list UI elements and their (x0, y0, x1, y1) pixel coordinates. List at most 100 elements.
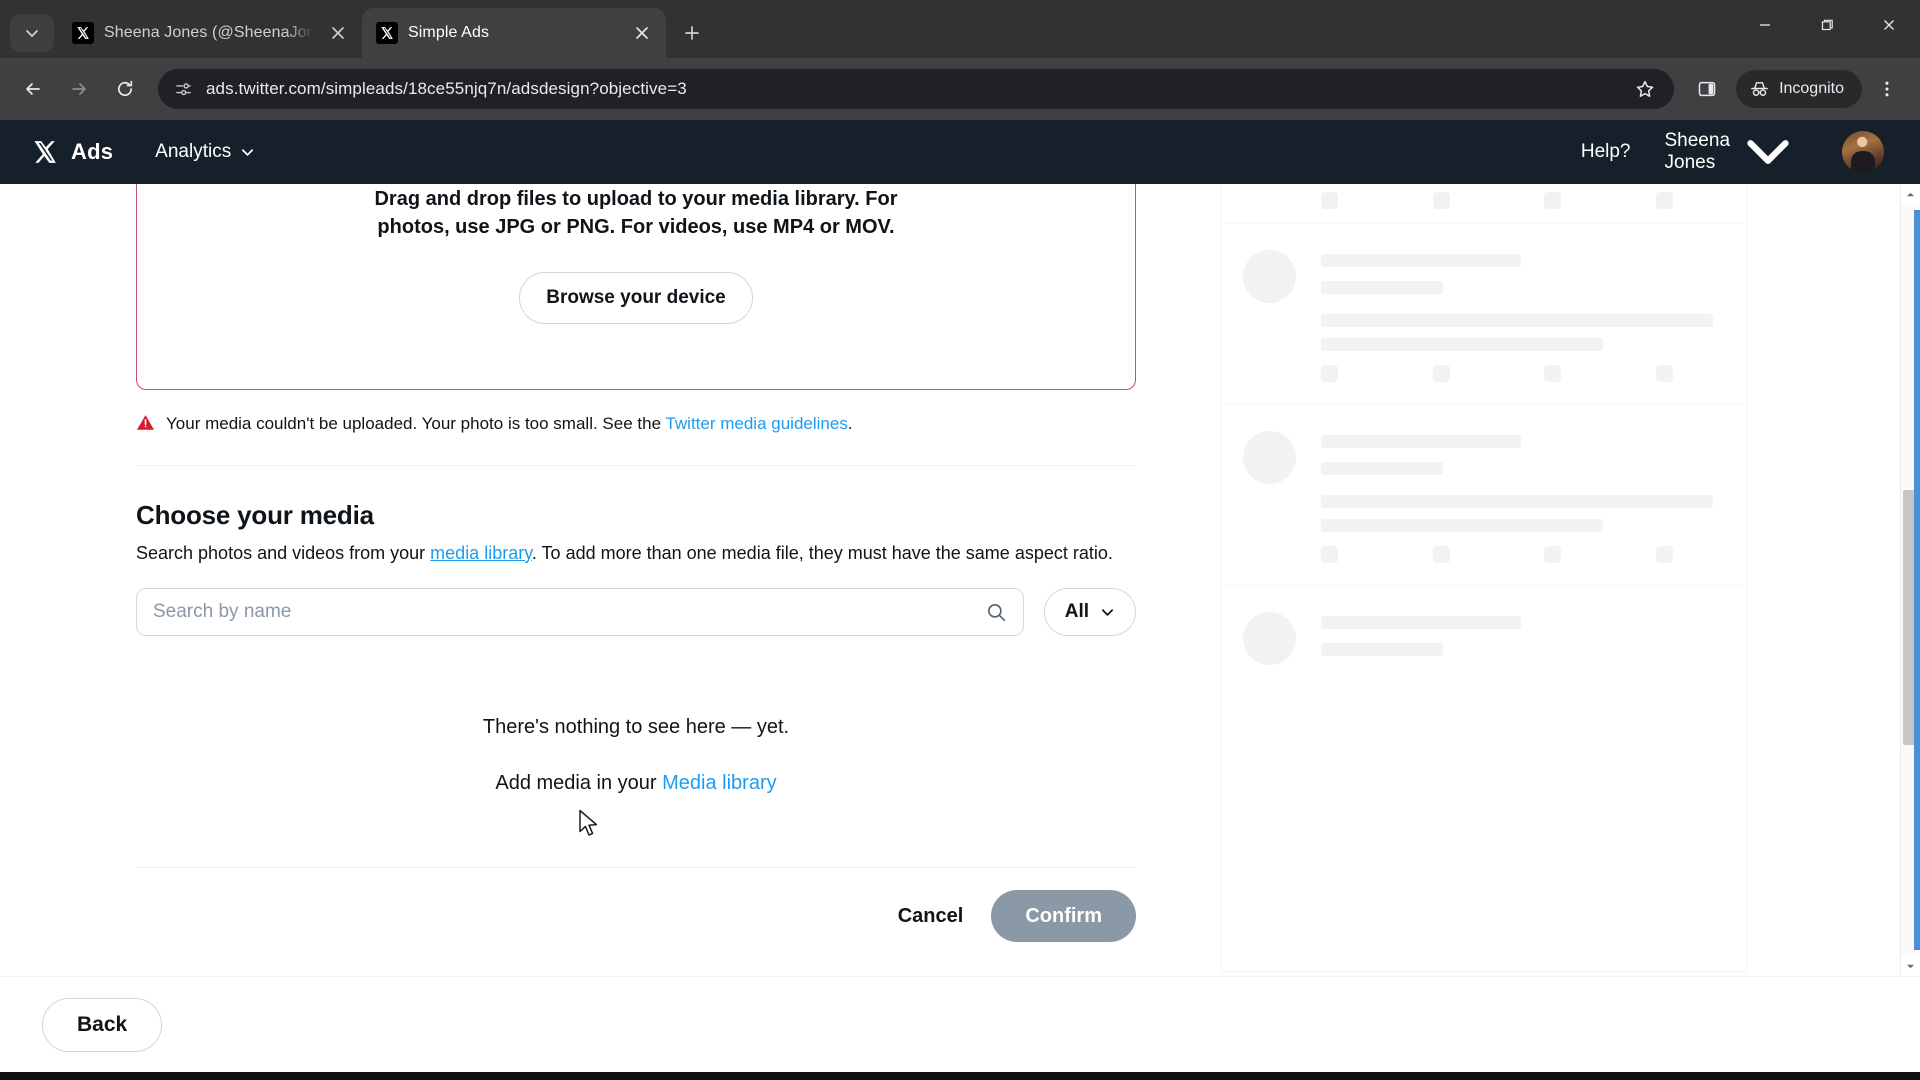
scrollbar-up-arrow[interactable] (1901, 184, 1920, 204)
form-pane: Drag and drop files to upload to your me… (0, 184, 1208, 976)
skeleton-icon (1544, 192, 1562, 209)
skeleton-block (1221, 184, 1747, 224)
ad-preview-pane (1208, 184, 1920, 976)
twitter-media-guidelines-link[interactable]: Twitter media guidelines (665, 414, 847, 433)
actions-divider (136, 867, 1136, 869)
window-close-button[interactable] (1858, 0, 1920, 50)
url-text: ads.twitter.com/simpleads/18ce55njq7n/ad… (206, 79, 687, 98)
skeleton-block (1221, 586, 1747, 689)
nav-analytics[interactable]: Analytics (155, 141, 255, 163)
skeleton-line (1321, 281, 1443, 294)
skeleton-block (1221, 405, 1747, 586)
page-content: Drag and drop files to upload to your me… (0, 184, 1920, 976)
x-logo-icon (72, 22, 94, 44)
choose-media-title: Choose your media (136, 499, 374, 530)
skeleton-avatar (1243, 250, 1296, 303)
skeleton-line (1321, 254, 1521, 267)
screen-bottom-edge (0, 1072, 1920, 1080)
media-library-link[interactable]: media library (430, 543, 532, 563)
browser-toolbar: ads.twitter.com/simpleads/18ce55njq7n/ad… (0, 58, 1920, 120)
skeleton-line (1321, 338, 1604, 351)
tab-close-button[interactable] (628, 19, 656, 47)
incognito-label: Incognito (1779, 80, 1844, 97)
page-viewport: Ads Analytics Help? Sheena Jones Drag an… (0, 120, 1920, 1072)
skeleton-line (1321, 616, 1521, 629)
scrollbar-down-arrow[interactable] (1901, 956, 1920, 976)
media-type-filter-dropdown[interactable]: All (1043, 588, 1136, 637)
media-library-empty-link[interactable]: Media library (662, 772, 776, 794)
skeleton-icon (1655, 546, 1673, 563)
browser-tab-1[interactable]: Sheena Jones (@SheenaJone49 (58, 8, 362, 58)
search-input[interactable] (153, 601, 986, 624)
cancel-button[interactable]: Cancel (898, 905, 964, 928)
skeleton-icon (1432, 192, 1450, 209)
side-panel-button[interactable] (1686, 68, 1728, 110)
filter-label: All (1064, 601, 1089, 623)
search-box[interactable] (136, 588, 1024, 637)
tab-search-button[interactable] (10, 14, 54, 52)
reload-button[interactable] (104, 68, 146, 110)
skeleton-line (1321, 314, 1713, 327)
skeleton-icon (1655, 365, 1673, 382)
tab-title: Simple Ads (408, 24, 490, 41)
desc-part-2: . To add more than one media file, they … (531, 542, 1113, 563)
skeleton-avatar (1243, 431, 1296, 484)
skeleton-icon (1544, 546, 1562, 563)
media-empty-state: There's nothing to see here — yet. Add m… (136, 716, 1136, 795)
back-button-wizard[interactable]: Back (42, 997, 163, 1052)
three-dot-menu-icon (1885, 81, 1889, 97)
bookmark-button[interactable] (1624, 68, 1666, 110)
confirm-button[interactable]: Confirm (991, 890, 1136, 943)
upload-error-message: Your media couldn't be uploaded. Your ph… (136, 412, 1136, 436)
brand-text: Ads (71, 139, 114, 164)
browser-window: Sheena Jones (@SheenaJone49 Simple Ads (0, 0, 1920, 1080)
wizard-footer: Back (0, 976, 1920, 1072)
tab-strip: Sheena Jones (@SheenaJone49 Simple Ads (0, 0, 1920, 58)
window-maximize-button[interactable] (1796, 0, 1858, 50)
error-text: Your media couldn't be uploaded. Your ph… (166, 412, 853, 436)
error-text-before: Your media couldn't be uploaded. Your ph… (166, 414, 666, 433)
search-icon[interactable] (986, 602, 1007, 623)
chevron-down-icon (242, 148, 254, 156)
media-search-row: All (136, 588, 1136, 637)
skeleton-icon (1655, 192, 1673, 209)
user-name-label: Sheena Jones (1664, 129, 1731, 173)
plus-icon (685, 26, 699, 40)
x-logo-icon (34, 141, 56, 163)
skeleton-icon (1432, 365, 1450, 382)
skeleton-line (1321, 643, 1443, 656)
skeleton-icon (1321, 192, 1338, 209)
tab-close-button[interactable] (324, 19, 352, 47)
skeleton-icon (1321, 365, 1338, 382)
warning-triangle-icon (136, 415, 155, 430)
brand-logo-link[interactable]: Ads (32, 139, 113, 165)
error-text-after: . (847, 414, 853, 433)
skeleton-icon (1321, 546, 1338, 563)
window-minimize-button[interactable] (1734, 0, 1796, 50)
back-button[interactable] (12, 68, 54, 110)
chevron-down-icon (1747, 140, 1789, 164)
preview-skeleton-card (1220, 184, 1748, 972)
browser-tab-2[interactable]: Simple Ads (362, 8, 666, 58)
browse-device-button[interactable]: Browse your device (519, 271, 753, 324)
skeleton-line (1321, 495, 1713, 508)
site-settings-icon[interactable] (170, 76, 196, 102)
address-bar[interactable]: ads.twitter.com/simpleads/18ce55njq7n/ad… (158, 68, 1675, 110)
forward-button[interactable] (58, 68, 100, 110)
browser-menu-button[interactable] (1866, 68, 1908, 110)
skeleton-avatar (1243, 612, 1296, 665)
new-tab-button[interactable] (674, 15, 710, 51)
chevron-down-icon (1101, 609, 1114, 616)
incognito-icon (1751, 81, 1768, 96)
incognito-indicator[interactable]: Incognito (1736, 70, 1862, 108)
star-icon (1636, 80, 1654, 97)
section-divider (136, 464, 1136, 466)
avatar (1842, 130, 1884, 173)
help-link[interactable]: Help? (1581, 141, 1631, 163)
skeleton-icon-row (1321, 546, 1713, 563)
avatar-menu[interactable] (1830, 130, 1894, 173)
media-upload-dropzone[interactable]: Drag and drop files to upload to your me… (136, 184, 1136, 390)
forward-arrow-icon (72, 83, 86, 95)
tab-title: Sheena Jones (@SheenaJone49 (104, 24, 314, 41)
user-menu[interactable]: Sheena Jones (1665, 124, 1797, 180)
